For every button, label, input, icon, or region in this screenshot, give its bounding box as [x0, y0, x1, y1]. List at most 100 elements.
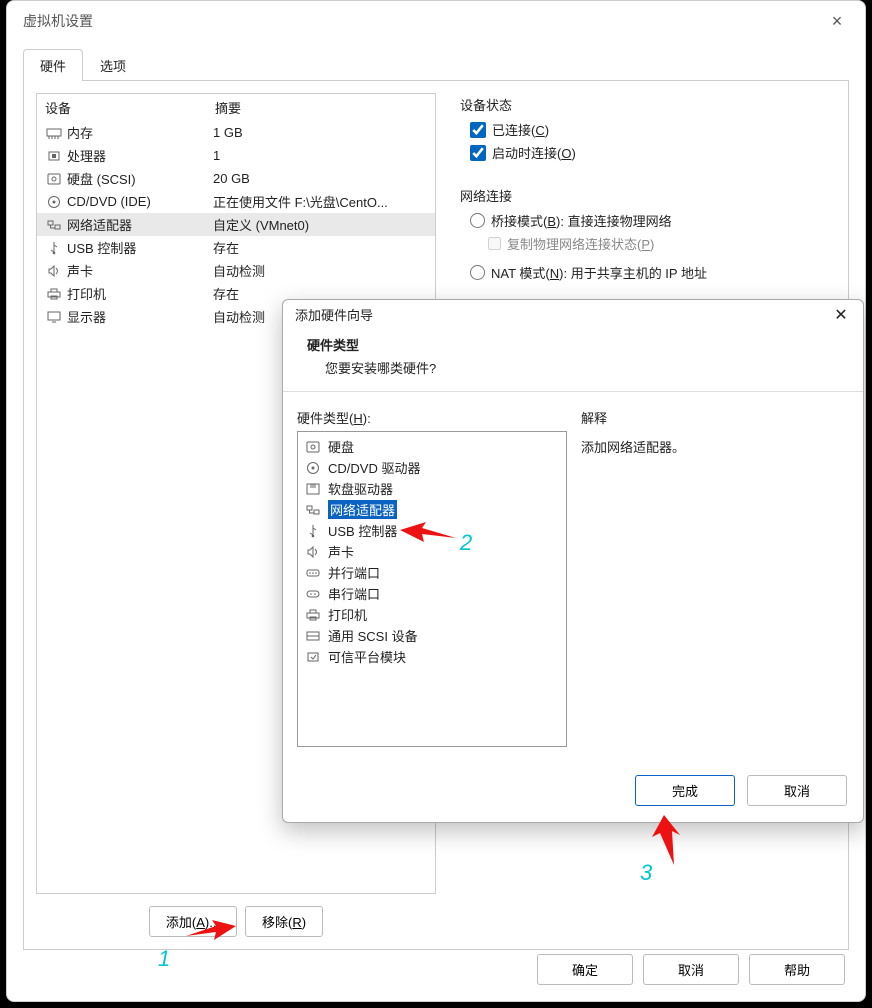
usb-icon	[304, 523, 322, 539]
device-row[interactable]: 网络适配器 自定义 (VMnet0)	[37, 213, 435, 236]
hw-type-label: 通用 SCSI 设备	[328, 626, 418, 645]
nat-radio[interactable]: NAT 模式(N): 用于共享主机的 IP 地址	[470, 263, 828, 282]
hw-type-row[interactable]: 通用 SCSI 设备	[300, 625, 564, 646]
modal-cancel-button[interactable]: 取消	[747, 775, 847, 806]
close-icon[interactable]: ×	[825, 9, 849, 33]
modal-body: 硬件类型(H): 硬盘 CD/DVD 驱动器 软盘驱动器 网络适配器 USB 控…	[283, 392, 863, 763]
hw-type-row[interactable]: 声卡	[300, 541, 564, 562]
modal-close-icon[interactable]: ✕	[831, 305, 851, 325]
device-name: 硬盘 (SCSI)	[67, 169, 136, 188]
device-state-label: 设备状态	[460, 95, 828, 114]
modal-titlebar: 添加硬件向导 ✕	[283, 300, 863, 329]
hw-type-label: 并行端口	[328, 563, 380, 582]
hw-type-row[interactable]: 串行端口	[300, 583, 564, 604]
hw-type-row[interactable]: 软盘驱动器	[300, 478, 564, 499]
net-conn-label: 网络连接	[460, 186, 828, 205]
modal-header: 硬件类型 您要安装哪类硬件?	[283, 329, 863, 392]
hw-type-list[interactable]: 硬盘 CD/DVD 驱动器 软盘驱动器 网络适配器 USB 控制器 声卡 并行端…	[297, 431, 567, 747]
finish-button[interactable]: 完成	[635, 775, 735, 806]
device-list-body: 内存 1 GB 处理器 1 硬盘 (SCSI) 20 GB CD/DVD (ID…	[37, 121, 435, 328]
modal-title: 添加硬件向导	[295, 305, 373, 324]
disk-icon	[45, 171, 63, 187]
annotation-label-2: 2	[460, 530, 472, 556]
device-summary: 1	[213, 148, 427, 163]
device-row[interactable]: 处理器 1	[37, 144, 435, 167]
device-row[interactable]: USB 控制器 存在	[37, 236, 435, 259]
replicate-checkbox: 复制物理网络连接状态(P)	[488, 234, 828, 253]
device-summary: 20 GB	[213, 171, 427, 186]
add-hardware-wizard: 添加硬件向导 ✕ 硬件类型 您要安装哪类硬件? 硬件类型(H): 硬盘 CD/D…	[282, 299, 864, 823]
hw-type-row[interactable]: 网络适配器	[300, 499, 564, 520]
hw-type-row[interactable]: 硬盘	[300, 436, 564, 457]
hw-type-label: 软盘驱动器	[328, 479, 393, 498]
device-name: 网络适配器	[67, 215, 132, 234]
cpu-icon	[45, 148, 63, 164]
nat-radio-input[interactable]	[470, 265, 485, 280]
device-name: 处理器	[67, 146, 106, 165]
connect-on-start-checkbox[interactable]: 启动时连接(O)	[470, 143, 828, 162]
connected-checkbox-input[interactable]	[470, 122, 486, 138]
bridge-radio-input[interactable]	[470, 213, 485, 228]
device-row[interactable]: 硬盘 (SCSI) 20 GB	[37, 167, 435, 190]
device-row[interactable]: CD/DVD (IDE) 正在使用文件 F:\光盘\CentO...	[37, 190, 435, 213]
explain-text: 添加网络适配器。	[581, 437, 849, 456]
ok-button[interactable]: 确定	[537, 954, 633, 985]
help-button[interactable]: 帮助	[749, 954, 845, 985]
tab-hardware[interactable]: 硬件	[23, 49, 83, 81]
device-row[interactable]: 声卡 自动检测	[37, 259, 435, 282]
explain-column: 解释 添加网络适配器。	[581, 408, 849, 747]
hw-type-column: 硬件类型(H): 硬盘 CD/DVD 驱动器 软盘驱动器 网络适配器 USB 控…	[297, 408, 567, 747]
hw-type-row[interactable]: 打印机	[300, 604, 564, 625]
hw-type-label: USB 控制器	[328, 521, 397, 540]
disk-icon	[304, 439, 322, 455]
list-header: 设备 摘要	[37, 94, 435, 121]
window-title: 虚拟机设置	[23, 11, 93, 31]
serial-icon	[304, 586, 322, 602]
tpm-icon	[304, 649, 322, 665]
hw-type-row[interactable]: 可信平台模块	[300, 646, 564, 667]
cancel-button[interactable]: 取消	[643, 954, 739, 985]
device-name: 显示器	[67, 307, 106, 326]
hw-type-row[interactable]: 并行端口	[300, 562, 564, 583]
annotation-label-3: 3	[640, 860, 652, 886]
replicate-checkbox-input	[488, 237, 501, 250]
net-icon	[304, 502, 322, 518]
device-name: 声卡	[67, 261, 93, 280]
usb-icon	[45, 240, 63, 256]
hw-type-label: 可信平台模块	[328, 647, 406, 666]
cd-icon	[304, 460, 322, 476]
device-summary: 存在	[213, 238, 427, 257]
scsi-icon	[304, 628, 322, 644]
bridge-radio[interactable]: 桥接模式(B): 直接连接物理网络	[470, 211, 828, 230]
device-row[interactable]: 内存 1 GB	[37, 121, 435, 144]
hw-type-label: 打印机	[328, 605, 367, 624]
printer-icon	[304, 607, 322, 623]
hw-type-row[interactable]: USB 控制器	[300, 520, 564, 541]
modal-subheading: 您要安装哪类硬件?	[325, 358, 839, 377]
sound-icon	[304, 544, 322, 560]
connected-checkbox[interactable]: 已连接(C)	[470, 120, 828, 139]
tab-options[interactable]: 选项	[83, 49, 143, 81]
device-name: CD/DVD (IDE)	[67, 194, 151, 209]
display-icon	[45, 309, 63, 325]
hw-type-row[interactable]: CD/DVD 驱动器	[300, 457, 564, 478]
explain-label: 解释	[581, 408, 849, 427]
device-name: 打印机	[67, 284, 106, 303]
remove-button[interactable]: 移除(R)	[245, 906, 323, 937]
device-name: 内存	[67, 123, 93, 142]
parallel-icon	[304, 565, 322, 581]
left-buttons: 添加(A)... 移除(R)	[36, 906, 436, 937]
add-button[interactable]: 添加(A)...	[149, 906, 237, 937]
printer-icon	[45, 286, 63, 302]
device-summary: 正在使用文件 F:\光盘\CentO...	[213, 192, 427, 211]
connect-on-start-checkbox-input[interactable]	[470, 145, 486, 161]
device-summary: 自动检测	[213, 261, 427, 280]
cd-icon	[45, 194, 63, 210]
hw-type-label: 串行端口	[328, 584, 380, 603]
col-summary-header: 摘要	[215, 98, 427, 117]
floppy-icon	[304, 481, 322, 497]
net-icon	[45, 217, 63, 233]
tab-bar: 硬件 选项	[7, 41, 865, 81]
hw-type-label: 声卡	[328, 542, 354, 561]
memory-icon	[45, 125, 63, 141]
